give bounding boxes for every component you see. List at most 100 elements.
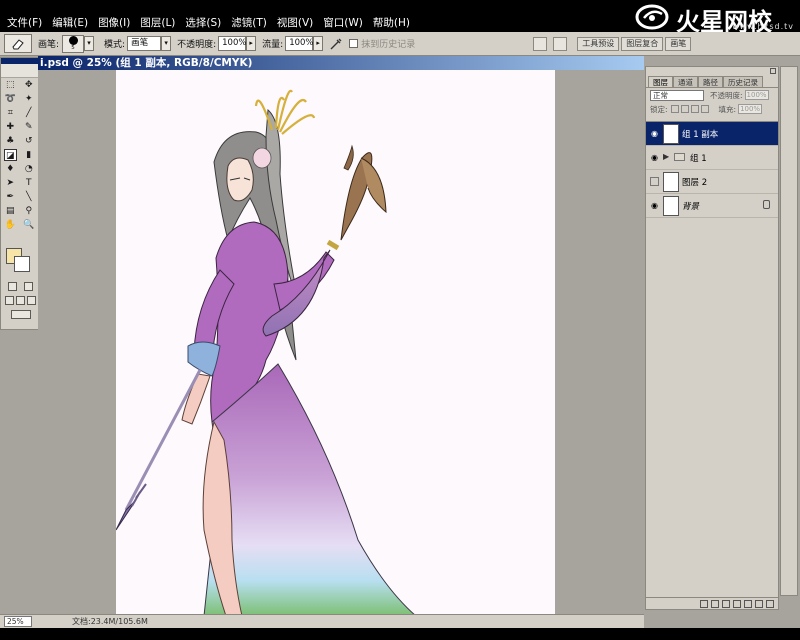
link-layers-icon[interactable] <box>700 599 708 608</box>
document-title[interactable]: i.psd @ 25% (组 1 副本, RGB/8/CMYK) <box>38 56 644 70</box>
adjustment-layer-icon[interactable] <box>744 599 752 608</box>
tool-preset-picker[interactable] <box>4 34 32 53</box>
move-tool-icon[interactable]: ✥ <box>22 79 35 91</box>
expand-triangle-icon[interactable]: ▶ <box>663 152 669 161</box>
jump-to-imageready-button[interactable] <box>4 310 37 321</box>
palette-title-bar[interactable] <box>646 67 778 75</box>
layer-opacity-input[interactable]: 100% <box>744 90 769 100</box>
layer-buttons <box>646 597 778 609</box>
layer-row-background[interactable]: ◉ 背景 <box>646 194 778 218</box>
tab-paths[interactable]: 路径 <box>698 76 723 87</box>
close-icon[interactable] <box>770 68 776 74</box>
blend-opacity-row: 正常 不透明度: 100% <box>646 88 778 102</box>
trash-icon[interactable] <box>766 599 774 608</box>
visibility-eye-icon[interactable]: ◉ <box>649 129 660 138</box>
brush-tool-icon[interactable]: ✎ <box>22 121 35 133</box>
brush-tip-icon <box>68 36 78 45</box>
zoom-tool-icon[interactable]: 🔍 <box>22 219 35 231</box>
airbrush-icon[interactable] <box>329 37 343 51</box>
lock-paint-icon[interactable] <box>680 105 689 113</box>
well-tab-brushes[interactable]: 画笔 <box>665 36 692 51</box>
path-selection-tool-icon[interactable]: ➤ <box>4 177 17 189</box>
zoom-field[interactable]: 25% <box>4 616 32 627</box>
brush-dropdown-button[interactable]: ▾ <box>84 36 95 51</box>
eraser-tool-icon[interactable]: ◪ <box>3 149 17 161</box>
canvas[interactable] <box>116 70 555 616</box>
new-group-icon[interactable] <box>733 599 741 608</box>
lock-all-icon[interactable] <box>700 105 709 113</box>
notes-tool-icon[interactable]: ▤ <box>4 205 17 217</box>
fill-input[interactable]: 100% <box>738 104 763 114</box>
visibility-toggle-off[interactable] <box>650 177 659 186</box>
new-layer-icon[interactable] <box>755 599 763 608</box>
add-mask-icon[interactable] <box>722 599 730 608</box>
tab-layers[interactable]: 图层 <box>648 76 673 87</box>
crop-tool-icon[interactable]: ⌗ <box>4 107 17 119</box>
menu-select[interactable]: 选择(S) <box>180 0 226 30</box>
toolbox-modes <box>4 282 37 324</box>
opacity-input[interactable]: 100% <box>218 36 246 51</box>
menu-list: 文件(F) 编辑(E) 图像(I) 图层(L) 选择(S) 滤镜(T) 视图(V… <box>2 0 415 30</box>
layer-row-group1-copy[interactable]: ◉ 组 1 副本 <box>646 122 778 146</box>
lock-position-icon[interactable] <box>690 105 699 113</box>
background-color-swatch[interactable] <box>14 256 30 272</box>
blur-tool-icon[interactable]: ♦ <box>4 163 17 175</box>
lock-fill-row: 锁定: 填充: 100% <box>646 102 778 116</box>
menu-filter[interactable]: 滤镜(T) <box>226 0 272 30</box>
character-illustration <box>116 89 417 616</box>
file-browser-icon[interactable] <box>533 36 548 51</box>
menu-image[interactable]: 图像(I) <box>93 0 135 30</box>
layer-row-layer2[interactable]: 图层 2 <box>646 170 778 194</box>
well-tab-layer-comps[interactable]: 图层复合 <box>621 36 664 51</box>
lasso-tool-icon[interactable]: ➰ <box>4 93 17 105</box>
doc-size-info[interactable]: 文档:23.4M/105.6M <box>72 615 148 628</box>
layers-palette: 图层 通道 路径 历史记录 正常 不透明度: 100% 锁定: 填充: 100%… <box>645 66 779 610</box>
pen-tool-icon[interactable]: ✒ <box>4 191 17 203</box>
feather-logo[interactable] <box>1 64 38 78</box>
palette-scrollbar[interactable] <box>780 66 798 596</box>
eyedropper-tool-icon[interactable]: ⚲ <box>22 205 35 217</box>
menu-window[interactable]: 窗口(W) <box>318 0 368 30</box>
menu-view[interactable]: 视图(V) <box>272 0 318 30</box>
blend-mode-select[interactable]: 正常 <box>650 89 704 101</box>
toggle-palettes-icon[interactable] <box>553 36 568 51</box>
tab-channels[interactable]: 通道 <box>673 76 698 87</box>
document-area <box>38 70 644 630</box>
healing-brush-tool-icon[interactable]: ✚ <box>4 121 17 133</box>
magic-wand-tool-icon[interactable]: ✦ <box>22 93 35 105</box>
toolbox: ⬚ ✥ ➰ ✦ ⌗ ╱ ✚ ✎ ♣ ↺ ◪ ▮ ♦ ◔ ➤ T ✒ ╲ ▤ ⚲ ✋ 🔍 <box>0 57 39 330</box>
flow-slider-button[interactable]: ▸ <box>313 36 324 51</box>
menu-help[interactable]: 帮助(H) <box>368 0 415 30</box>
type-tool-icon[interactable]: T <box>22 177 35 189</box>
menu-file[interactable]: 文件(F) <box>2 0 47 30</box>
brush-size: 5 <box>71 45 75 51</box>
layer-opacity-label: 不透明度: <box>710 90 743 100</box>
layer-row-group1[interactable]: ◉ ▶ 组 1 <box>646 146 778 170</box>
screen-mode-buttons[interactable] <box>4 296 37 307</box>
tab-history[interactable]: 历史记录 <box>723 76 763 87</box>
hand-tool-icon[interactable]: ✋ <box>4 219 17 231</box>
visibility-eye-icon[interactable]: ◉ <box>649 201 660 210</box>
menu-edit[interactable]: 编辑(E) <box>47 0 93 30</box>
menu-layer[interactable]: 图层(L) <box>135 0 180 30</box>
flow-input[interactable]: 100% <box>285 36 314 51</box>
logo-url: www.hxsd.tv <box>732 22 794 31</box>
document-window: i.psd @ 25% (组 1 副本, RGB/8/CMYK) <box>38 56 644 630</box>
quick-mask-buttons[interactable] <box>4 282 37 293</box>
layer-style-icon[interactable] <box>711 599 719 608</box>
mode-select[interactable]: 画笔 <box>127 36 162 51</box>
lock-transparency-icon[interactable] <box>670 105 679 113</box>
marquee-tool-icon[interactable]: ⬚ <box>4 79 17 91</box>
line-tool-icon[interactable]: ╲ <box>22 191 35 203</box>
clone-stamp-tool-icon[interactable]: ♣ <box>4 135 17 147</box>
opacity-slider-button[interactable]: ▸ <box>246 36 257 51</box>
brush-picker[interactable]: 5 <box>62 34 85 53</box>
gradient-tool-icon[interactable]: ▮ <box>22 149 35 161</box>
dodge-tool-icon[interactable]: ◔ <box>22 163 35 175</box>
erase-history-checkbox[interactable] <box>349 39 359 48</box>
history-brush-tool-icon[interactable]: ↺ <box>22 135 35 147</box>
mode-dropdown-button[interactable]: ▾ <box>161 36 172 51</box>
well-tab-tool-presets[interactable]: 工具预设 <box>577 36 620 51</box>
slice-tool-icon[interactable]: ╱ <box>22 107 35 119</box>
visibility-eye-icon[interactable]: ◉ <box>649 153 660 162</box>
